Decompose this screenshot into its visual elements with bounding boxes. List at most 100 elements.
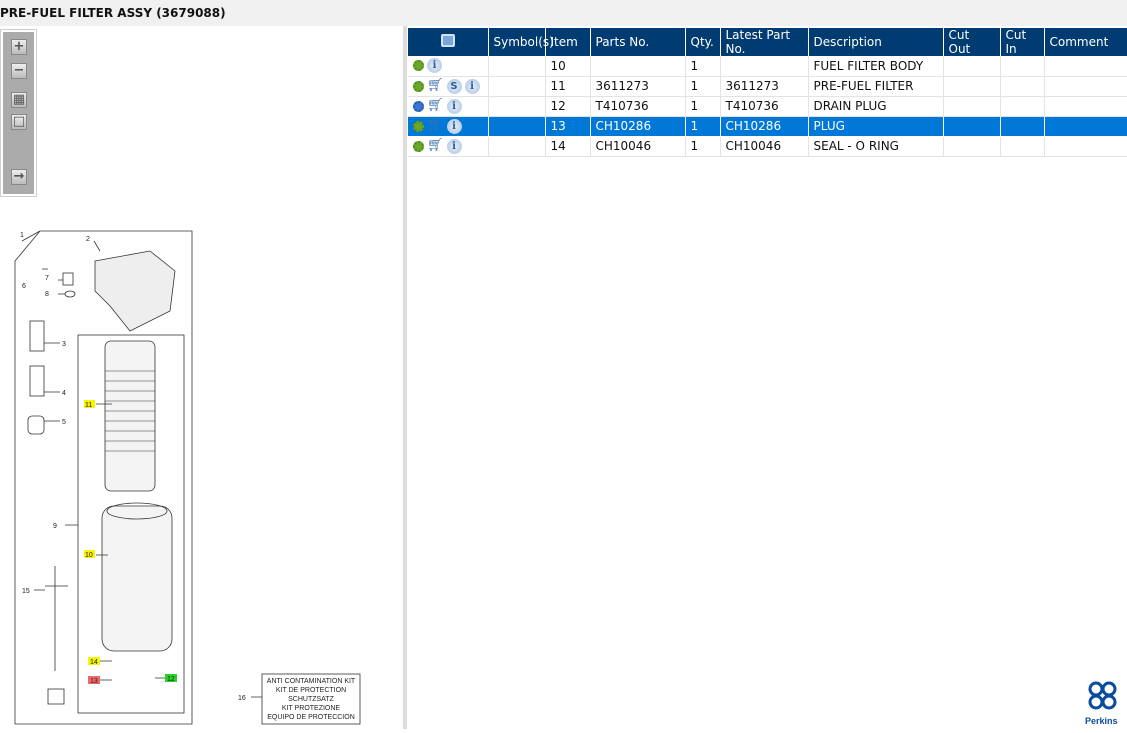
diagram-toolbar: + − ▦ □ → xyxy=(0,29,37,197)
actual-size-icon[interactable]: □ xyxy=(11,114,27,130)
callout[interactable]: 9 xyxy=(53,523,57,530)
column-header-item[interactable]: Item xyxy=(545,28,591,56)
callout[interactable]: 14 xyxy=(90,659,98,666)
info-icon[interactable]: i xyxy=(446,138,462,154)
column-header-parts-no[interactable]: Parts No. xyxy=(590,28,686,56)
service-s-icon[interactable]: S xyxy=(446,78,462,94)
part-detail-gear-icon[interactable] xyxy=(413,80,424,92)
comment-cell xyxy=(1044,136,1127,157)
latest-part-no-cell: T410736 xyxy=(720,96,809,117)
callout[interactable]: 6 xyxy=(22,283,26,290)
cut-in-cell xyxy=(1000,116,1045,137)
column-header-cut-out[interactable]: Cut Out xyxy=(943,28,1001,56)
column-header-latest-part-no[interactable]: Latest Part No. xyxy=(720,28,809,56)
callout[interactable]: 5 xyxy=(62,419,66,426)
callout[interactable]: 8 xyxy=(45,291,49,298)
item-cell: 11 xyxy=(545,76,591,97)
comment-cell xyxy=(1044,76,1127,97)
item-cell: 14 xyxy=(545,136,591,157)
column-header-symbols[interactable]: Symbol(s) xyxy=(488,28,554,56)
cut-out-cell xyxy=(943,136,1001,157)
latest-part-no-cell: 3611273 xyxy=(720,76,809,97)
qty-cell: 1 xyxy=(685,56,721,77)
add-to-cart-icon[interactable]: 🛒︎ xyxy=(427,79,444,92)
add-to-cart-icon[interactable]: 🛒︎ xyxy=(427,99,444,112)
callout[interactable]: 2 xyxy=(86,236,90,243)
cut-in-cell xyxy=(1000,96,1045,117)
table-row[interactable]: 🛒︎ i 13 CH10286 1 CH10286 PLUG xyxy=(408,116,1127,137)
page-title: PRE-FUEL FILTER ASSY (3679088) xyxy=(0,0,1127,26)
info-icon[interactable]: i xyxy=(427,58,442,74)
pane-splitter[interactable] xyxy=(403,26,407,729)
callout[interactable]: 10 xyxy=(85,552,93,559)
callout[interactable]: 12 xyxy=(167,676,175,683)
fit-all-icon[interactable]: ▦ xyxy=(11,92,27,108)
table-row[interactable]: i 10 1 FUEL FILTER BODY xyxy=(408,56,1127,77)
exploded-parts-diagram[interactable]: 1 2 3 4 5 6 7 8 9 10 11 12 13 14 15 16 A… xyxy=(0,201,400,731)
perkins-logo: Perkins xyxy=(1085,680,1127,729)
item-cell: 12 xyxy=(545,96,591,117)
info-icon[interactable]: i xyxy=(464,78,480,94)
zoom-out-button[interactable]: − xyxy=(11,63,27,79)
diagram-pane[interactable]: + − ▦ □ → 1 2 3 4 5 6 7 8 9 10 11 12 13 … xyxy=(0,26,403,729)
qty-cell: 1 xyxy=(685,76,721,97)
callout[interactable]: 1 xyxy=(20,232,24,239)
svg-text:Perkins: Perkins xyxy=(1085,716,1118,726)
search-parts-icon[interactable] xyxy=(440,34,455,47)
kit-text: SCHUTZSATZ xyxy=(288,696,334,703)
parts-no-cell: T410736 xyxy=(590,96,686,117)
row-icons: 🛒︎ i xyxy=(408,116,489,137)
part-detail-gear-icon[interactable] xyxy=(413,120,424,132)
table-row[interactable]: 🛒︎ Si 11 3611273 1 3611273 PRE-FUEL FILTE… xyxy=(408,76,1127,97)
part-detail-gear-icon[interactable] xyxy=(413,60,424,72)
callout[interactable]: 13 xyxy=(90,678,98,685)
callout-labels: 1 2 3 4 5 6 7 8 9 10 11 12 13 14 15 16 A… xyxy=(20,232,356,721)
add-to-cart-icon[interactable]: 🛒︎ xyxy=(427,139,444,152)
column-header-comment[interactable]: Comment xyxy=(1044,28,1127,56)
parts-no-cell: 3611273 xyxy=(590,76,686,97)
item-cell: 13 xyxy=(545,116,591,137)
parts-no-cell: CH10286 xyxy=(590,116,686,137)
column-header-cut-in[interactable]: Cut In xyxy=(1000,28,1045,56)
kit-text: EQUIPO DE PROTECCION xyxy=(267,714,355,721)
cut-out-cell xyxy=(943,96,1001,117)
gears-icon[interactable] xyxy=(413,100,424,112)
qty-cell: 1 xyxy=(685,136,721,157)
export-icon[interactable]: → xyxy=(11,169,27,185)
zoom-in-button[interactable]: + xyxy=(11,39,27,55)
description-cell: DRAIN PLUG xyxy=(808,96,944,117)
callout[interactable]: 15 xyxy=(22,588,30,595)
callout[interactable]: 7 xyxy=(45,275,49,282)
column-header-search[interactable] xyxy=(408,28,489,56)
description-cell: PLUG xyxy=(808,116,944,137)
latest-part-no-cell xyxy=(720,56,809,77)
parts-table: Symbol(s) Item Parts No. Qty. Latest Par… xyxy=(408,28,1127,157)
cut-in-cell xyxy=(1000,56,1045,77)
cut-out-cell xyxy=(943,56,1001,77)
kit-text: KIT PROTEZIONE xyxy=(282,705,341,712)
latest-part-no-cell: CH10286 xyxy=(720,116,809,137)
callout[interactable]: 16 xyxy=(238,695,246,702)
qty-cell: 1 xyxy=(685,96,721,117)
description-cell: PRE-FUEL FILTER xyxy=(808,76,944,97)
description-cell: FUEL FILTER BODY xyxy=(808,56,944,77)
row-icons: 🛒︎ i xyxy=(408,96,489,117)
table-header-row: Symbol(s) Item Parts No. Qty. Latest Par… xyxy=(408,28,1127,56)
column-header-qty[interactable]: Qty. xyxy=(685,28,721,56)
callout[interactable]: 3 xyxy=(62,341,66,348)
table-row[interactable]: 🛒︎ i 12 T410736 1 T410736 DRAIN PLUG xyxy=(408,96,1127,117)
table-row[interactable]: 🛒︎ i 14 CH10046 1 CH10046 SEAL - O RING xyxy=(408,136,1127,157)
info-icon[interactable]: i xyxy=(446,118,462,134)
add-to-cart-icon[interactable]: 🛒︎ xyxy=(427,119,444,132)
callout[interactable]: 4 xyxy=(62,390,66,397)
column-header-description[interactable]: Description xyxy=(808,28,944,56)
callout[interactable]: 11 xyxy=(85,402,92,409)
comment-cell xyxy=(1044,56,1127,77)
cut-out-cell xyxy=(943,76,1001,97)
symbols-cell xyxy=(488,56,546,77)
kit-text: ANTI CONTAMINATION KIT xyxy=(267,678,356,685)
part-detail-gear-icon[interactable] xyxy=(413,140,424,152)
latest-part-no-cell: CH10046 xyxy=(720,136,809,157)
info-icon[interactable]: i xyxy=(446,98,462,114)
parts-no-cell xyxy=(590,56,686,77)
